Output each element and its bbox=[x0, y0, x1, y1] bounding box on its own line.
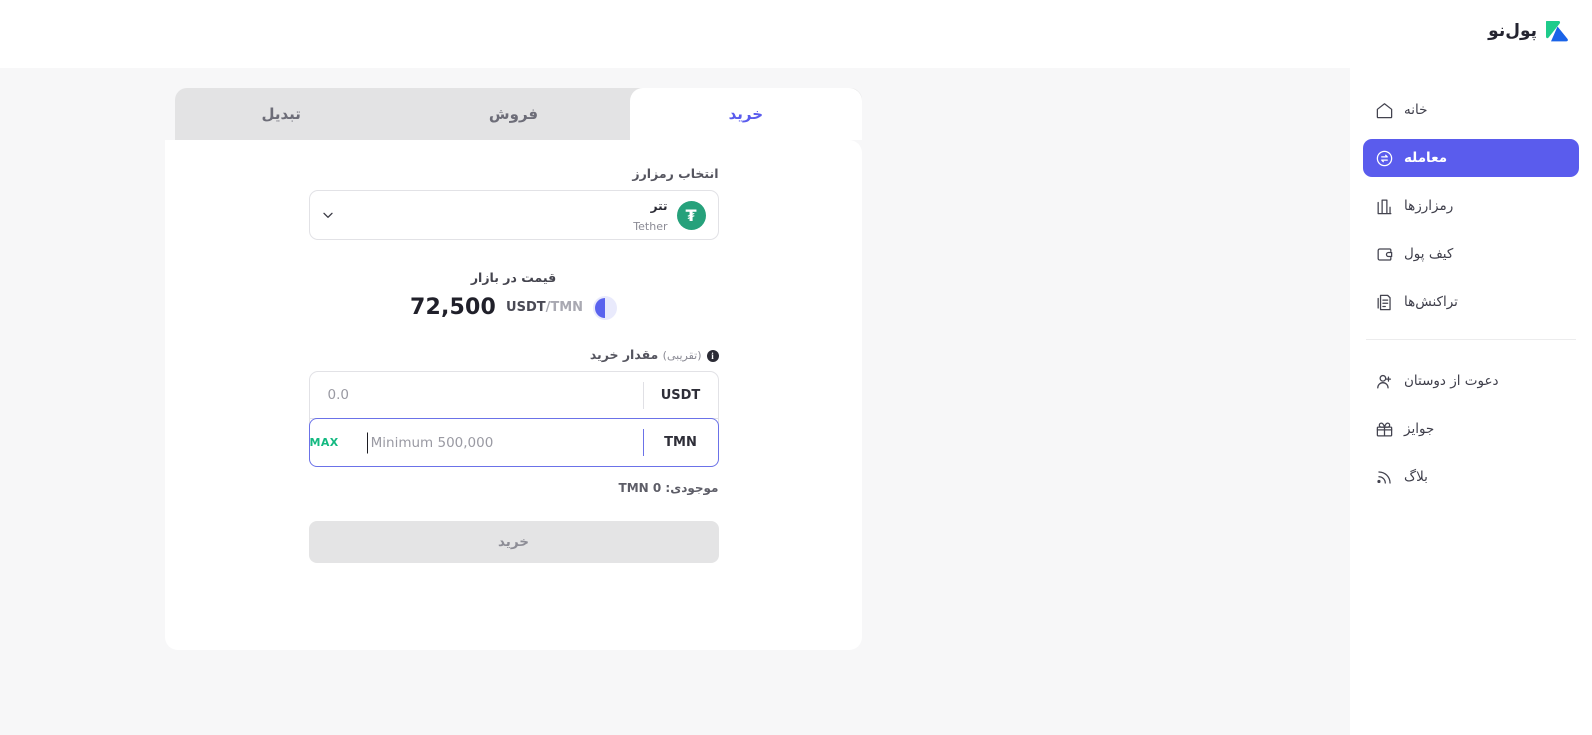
pair-quote: TMN bbox=[550, 300, 584, 315]
balance-label: موجودی: bbox=[665, 481, 719, 495]
wallet-icon bbox=[1375, 245, 1394, 264]
trade-card: انتخاب رمزارز ₮ تتر Tether قیمت در بازار bbox=[165, 140, 862, 650]
coin-select-dropdown[interactable]: ₮ تتر Tether bbox=[308, 190, 719, 240]
rss-blog-icon bbox=[1375, 468, 1394, 487]
invite-friends-icon bbox=[1375, 372, 1394, 391]
home-icon bbox=[1375, 101, 1394, 120]
market-pair: USDT/TMN bbox=[506, 300, 583, 315]
amount-input-tmn[interactable]: Minimum 500,000 bbox=[353, 432, 643, 453]
sidebar-item-blog[interactable]: بلاگ bbox=[1363, 458, 1579, 496]
sidebar: خانه معامله رمزارزها کیف پول bbox=[1350, 68, 1592, 735]
poolno-logo-mark-icon bbox=[1544, 18, 1570, 44]
amount-label-sub: (تقریبی) bbox=[662, 349, 702, 362]
info-icon[interactable]: i bbox=[706, 349, 719, 362]
amount-unit-tmn: TMN bbox=[664, 435, 697, 450]
amount-label-main: مقدار خرید bbox=[589, 347, 659, 362]
sidebar-primary-nav: خانه معامله رمزارزها کیف پول bbox=[1350, 68, 1592, 321]
tab-label: تبدیل bbox=[261, 105, 301, 123]
top-header-bar: پول‌نو bbox=[0, 0, 1592, 68]
brand-name: پول‌نو bbox=[1488, 21, 1537, 41]
balance-value: TMN 0 bbox=[618, 481, 662, 495]
coin-select-label: انتخاب رمزارز bbox=[632, 166, 719, 181]
amount-label: i (تقریبی) مقدار خرید bbox=[309, 347, 719, 362]
sidebar-item-rewards[interactable]: جوایز bbox=[1363, 410, 1579, 448]
market-price-label: قیمت در بازار bbox=[470, 270, 557, 285]
pair-base: USDT bbox=[506, 300, 546, 315]
app-root: پول‌نو خانه معامله رمزارزها bbox=[0, 0, 1592, 735]
max-button[interactable]: MAX bbox=[310, 436, 353, 449]
amount-row-tmn: TMN Minimum 500,000 MAX bbox=[308, 418, 719, 467]
text-caret bbox=[366, 432, 368, 453]
amount-row-usdt: USDT 0.0 bbox=[309, 372, 718, 419]
main-content: خرید فروش تبدیل انتخاب رمزارز ₮ تتر Teth… bbox=[0, 68, 1350, 735]
sidebar-item-wallet[interactable]: کیف پول bbox=[1363, 235, 1579, 273]
transactions-icon bbox=[1375, 293, 1394, 312]
selected-coin: ₮ تتر Tether bbox=[633, 195, 706, 235]
sidebar-item-label: رمزارزها bbox=[1404, 198, 1454, 214]
sidebar-item-label: کیف پول bbox=[1404, 246, 1454, 262]
buy-submit-button[interactable]: خرید bbox=[308, 521, 719, 563]
amount-placeholder: Minimum 500,000 bbox=[370, 434, 494, 451]
brand-logo[interactable]: پول‌نو bbox=[1488, 18, 1570, 44]
gift-icon bbox=[1375, 420, 1394, 439]
sidebar-item-cryptos[interactable]: رمزارزها bbox=[1363, 187, 1579, 225]
sidebar-item-transactions[interactable]: تراکنش‌ها bbox=[1363, 283, 1579, 321]
trade-tabs: خرید فروش تبدیل bbox=[165, 88, 862, 140]
sidebar-item-label: بلاگ bbox=[1404, 469, 1428, 485]
sidebar-item-label: معامله bbox=[1404, 150, 1448, 166]
sidebar-item-home[interactable]: خانه bbox=[1363, 91, 1579, 129]
sidebar-item-label: خانه bbox=[1404, 102, 1428, 118]
market-price-value: 72,500 bbox=[409, 295, 497, 320]
row-divider bbox=[642, 381, 644, 409]
balance-row: موجودی: TMN 0 bbox=[309, 481, 719, 495]
refresh-timer-icon bbox=[593, 295, 618, 320]
sidebar-item-invite-friends[interactable]: دعوت از دوستان bbox=[1363, 362, 1579, 400]
amount-inputs: USDT 0.0 TMN Minimum 500,000 MAX bbox=[308, 371, 719, 467]
sidebar-item-label: جوایز bbox=[1404, 421, 1435, 437]
amount-placeholder: 0.0 bbox=[327, 387, 349, 403]
sidebar-item-label: دعوت از دوستان bbox=[1404, 373, 1499, 389]
market-price-row: USDT/TMN 72,500 bbox=[165, 295, 862, 320]
amount-input-usdt[interactable]: 0.0 bbox=[310, 387, 643, 403]
exchange-icon bbox=[1375, 149, 1394, 168]
chevron-down-icon[interactable] bbox=[320, 207, 336, 223]
coin-name-fa: تتر bbox=[650, 199, 668, 213]
sidebar-item-trade[interactable]: معامله bbox=[1363, 139, 1579, 177]
tab-label: فروش bbox=[488, 105, 539, 123]
tab-convert[interactable]: تبدیل bbox=[165, 88, 397, 140]
trade-panel: خرید فروش تبدیل انتخاب رمزارز ₮ تتر Teth… bbox=[165, 88, 862, 650]
row-divider bbox=[642, 429, 644, 456]
tab-label: خرید bbox=[728, 105, 764, 123]
sidebar-secondary-nav: دعوت از دوستان جوایز بلاگ bbox=[1350, 340, 1592, 496]
tab-buy[interactable]: خرید bbox=[629, 88, 862, 140]
tether-coin-icon: ₮ bbox=[676, 200, 706, 230]
coin-names: تتر Tether bbox=[633, 195, 667, 235]
chart-bars-icon bbox=[1375, 197, 1394, 216]
tab-sell[interactable]: فروش bbox=[397, 88, 629, 140]
sidebar-item-label: تراکنش‌ها bbox=[1404, 294, 1458, 310]
coin-name-en: Tether bbox=[633, 220, 668, 233]
amount-unit-usdt: USDT bbox=[660, 387, 701, 403]
